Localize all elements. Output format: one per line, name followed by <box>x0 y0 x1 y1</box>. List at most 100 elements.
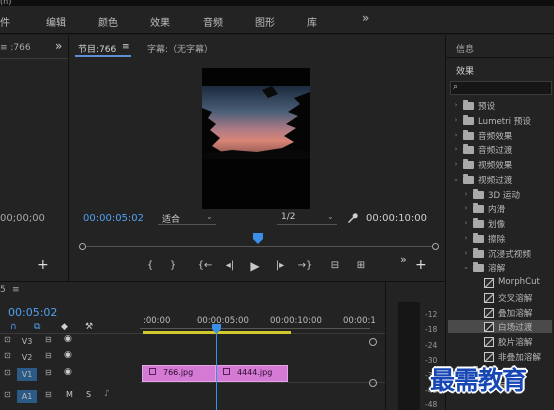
snap-icon[interactable]: ∩ <box>10 322 17 332</box>
effects-folder-item[interactable]: › 音频过渡 <box>448 143 552 156</box>
go-to-in-button[interactable]: {← <box>197 260 213 271</box>
menu-color[interactable]: 颜色 <box>98 14 118 29</box>
mark-in-button[interactable]: { <box>142 260 158 271</box>
monitor-overflow-button[interactable]: » <box>400 253 407 266</box>
eye-icon[interactable]: ◉ <box>64 350 72 360</box>
eye-icon[interactable]: ◉ <box>64 334 72 344</box>
clip-766[interactable]: 766.jpg <box>142 365 216 382</box>
chevron-right-icon[interactable]: › <box>452 116 460 124</box>
transition-item[interactable]: 叠加溶解 <box>448 306 552 319</box>
effects-tab[interactable]: 效果 <box>456 64 474 77</box>
timeline-tab[interactable]: 5 <box>0 285 6 295</box>
scrub-bar[interactable] <box>79 243 439 250</box>
transition-item[interactable]: 胶片溶解 <box>448 335 552 348</box>
marker-icon[interactable]: ◆ <box>61 322 68 332</box>
transition-item[interactable]: MorphCut <box>448 276 552 289</box>
chevron-right-icon[interactable]: › <box>452 145 460 153</box>
transition-item[interactable]: 交叉溶解 <box>448 291 552 304</box>
chevron-right-icon[interactable]: › <box>462 234 470 242</box>
effects-folder-item[interactable]: › 预设 <box>448 99 552 112</box>
track-a1[interactable]: ⊡ A1 ⊟ M S ♪ <box>0 388 140 405</box>
effects-folder-item[interactable]: › 擦除 <box>448 232 552 245</box>
solo-button[interactable]: S <box>86 390 91 399</box>
chevron-right-icon[interactable]: › <box>452 160 460 168</box>
eye-icon[interactable]: ◉ <box>64 367 72 377</box>
menu-effects[interactable]: 效果 <box>150 14 170 29</box>
monitor-playhead[interactable] <box>253 233 263 244</box>
menu-file[interactable]: 件 <box>0 14 10 29</box>
lock-icon[interactable]: ⊡ <box>4 351 11 360</box>
microphone-icon[interactable]: ♪ <box>104 389 110 399</box>
menu-overflow-button[interactable]: » <box>362 11 369 25</box>
menu-audio[interactable]: 音频 <box>203 14 223 29</box>
timeline-zoom-handle[interactable] <box>369 338 377 346</box>
project-panel-tab[interactable]: ≡ :766 <box>0 43 31 53</box>
effects-folder-item[interactable]: ⌄ 视频过渡 <box>448 173 552 186</box>
lock-icon[interactable]: ⊡ <box>4 368 11 377</box>
menu-edit[interactable]: 编辑 <box>46 14 66 29</box>
menu-graphics[interactable]: 图形 <box>255 14 275 29</box>
wrench-icon[interactable] <box>346 212 358 224</box>
panel-menu-icon[interactable]: ≡ <box>122 42 130 52</box>
effects-folder-item[interactable]: › 音频效果 <box>448 129 552 142</box>
chevron-down-icon[interactable]: ⌄ <box>452 175 460 183</box>
resolution-dropdown[interactable]: 1/2 ⌄ <box>277 211 337 225</box>
track-v3[interactable]: ⊡ V3 ⊟ ◉ <box>0 333 140 350</box>
tab-captions[interactable]: 字幕:（无字幕） <box>147 42 213 55</box>
chevron-right-icon[interactable]: › <box>452 101 460 109</box>
info-tab[interactable]: 信息 <box>456 42 474 55</box>
lock-icon[interactable]: ⊡ <box>4 335 11 344</box>
project-add-button[interactable]: + <box>37 257 49 273</box>
clip-4444[interactable]: 4444.jpg <box>216 365 288 382</box>
folder-icon <box>463 144 474 155</box>
linked-selection-icon[interactable]: ⧉ <box>34 322 40 332</box>
effects-search-input[interactable]: ⌕ <box>450 81 552 95</box>
effects-folder-item[interactable]: › 3D 运动 <box>448 188 552 201</box>
sync-lock-icon[interactable]: ⊟ <box>45 335 52 344</box>
sync-lock-icon[interactable]: ⊟ <box>45 368 52 377</box>
current-timecode[interactable]: 00:00:05:02 <box>83 213 144 224</box>
step-back-button[interactable]: ◂| <box>222 260 238 271</box>
chevron-right-icon[interactable]: › <box>462 219 470 227</box>
mark-out-button[interactable]: } <box>165 260 181 271</box>
chevron-right-icon[interactable]: › <box>462 249 470 257</box>
track-v1[interactable]: ⊡ V1 ⊟ ◉ <box>0 366 140 383</box>
timeline-menu-icon[interactable]: ≡ <box>12 285 20 295</box>
timeline-timecode[interactable]: 00:05:02 <box>8 306 57 319</box>
sync-lock-icon[interactable]: ⊟ <box>45 351 52 360</box>
menu-libraries[interactable]: 库 <box>307 14 317 29</box>
extract-button[interactable]: ⊞ <box>353 260 369 271</box>
settings-wrench-icon[interactable]: ⚒ <box>85 322 93 332</box>
effects-folder-item[interactable]: › Lumetri 预设 <box>448 114 552 127</box>
tab-program-sequence[interactable]: 节目:766 <box>78 42 116 55</box>
track-label: A1 <box>17 390 37 403</box>
lift-button[interactable]: ⊟ <box>327 260 343 271</box>
step-forward-button[interactable]: |▸ <box>272 260 288 271</box>
transition-item[interactable]: 白场过渡 <box>448 320 552 334</box>
scrub-start-handle[interactable] <box>79 243 86 250</box>
mute-button[interactable]: M <box>66 390 73 399</box>
project-panel-overflow-button[interactable]: » <box>55 39 62 53</box>
fit-dropdown[interactable]: 适合 ⌄ <box>158 211 216 225</box>
monitor-add-button[interactable]: + <box>415 257 427 273</box>
clip-label: 766.jpg <box>163 368 194 377</box>
chevron-down-icon[interactable]: ⌄ <box>462 263 470 271</box>
chevron-right-icon[interactable]: › <box>462 190 470 198</box>
lock-icon[interactable]: ⊡ <box>4 390 11 399</box>
video-preview[interactable] <box>202 68 310 209</box>
sync-lock-icon[interactable]: ⊟ <box>45 390 52 399</box>
effects-item-label: 音频效果 <box>478 131 513 142</box>
go-to-out-button[interactable]: →} <box>297 260 313 271</box>
track-v2[interactable]: ⊡ V2 ⊟ ◉ <box>0 349 140 366</box>
chevron-right-icon[interactable]: › <box>462 204 470 212</box>
scrub-end-handle[interactable] <box>432 243 439 250</box>
folder-icon <box>463 129 474 140</box>
chevron-right-icon[interactable]: › <box>452 131 460 139</box>
effects-folder-item[interactable]: › 沉浸式视频 <box>448 247 552 260</box>
effects-folder-item[interactable]: › 视频效果 <box>448 158 552 171</box>
effects-folder-item[interactable]: ⌄ 溶解 <box>448 261 552 274</box>
effects-folder-item[interactable]: › 内滑 <box>448 202 552 215</box>
timeline-zoom-handle[interactable] <box>369 379 377 387</box>
effects-folder-item[interactable]: › 划像 <box>448 217 552 230</box>
play-button[interactable]: ▶ <box>247 259 263 273</box>
